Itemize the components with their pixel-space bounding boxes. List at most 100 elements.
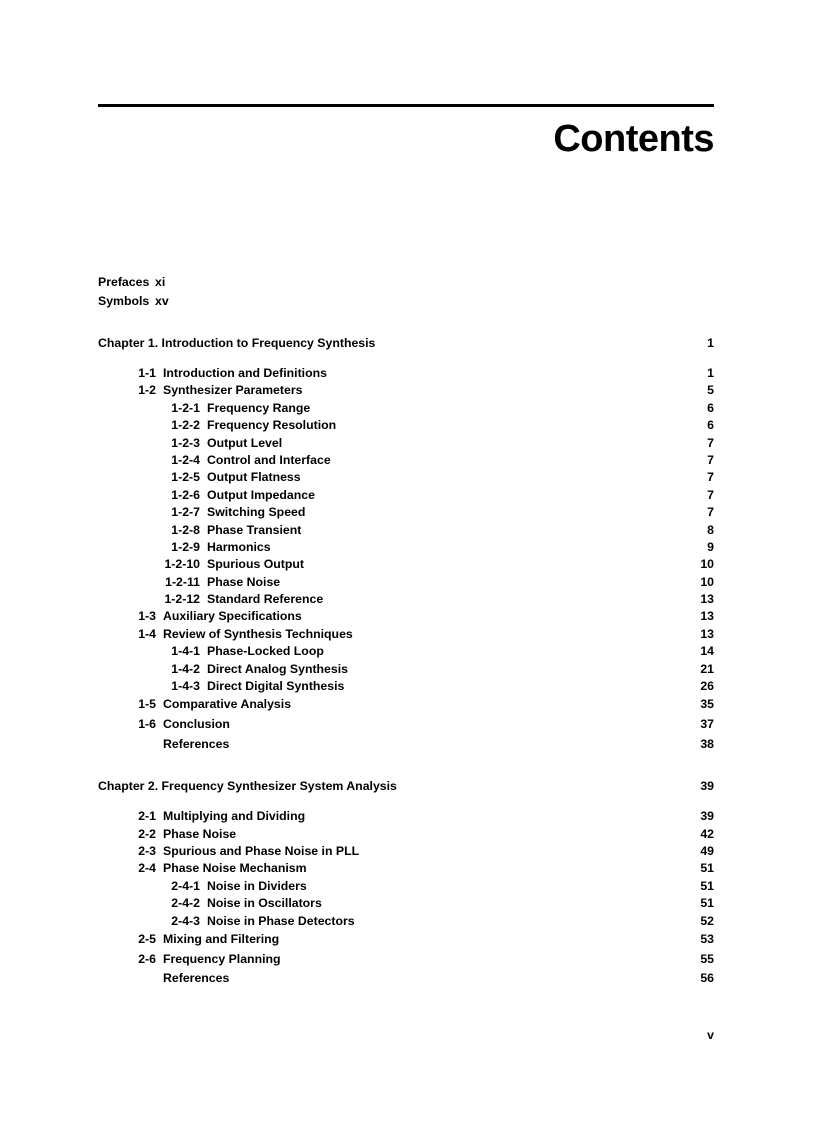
toc-entry-page-number: 13 (700, 626, 714, 641)
toc-subsection-row[interactable]: 1-2-11 Phase Noise 10 (98, 574, 714, 591)
toc-subsection-row[interactable]: 1-2-12 Standard Reference 13 (98, 591, 714, 608)
toc-section-row[interactable]: 1-5 Comparative Analysis 35 (98, 695, 714, 715)
toc-section-row[interactable]: 1-4 Review of Synthesis Techniques 13 (98, 626, 714, 643)
chapter-heading-row[interactable]: Chapter 1. Introduction to Frequency Syn… (98, 334, 714, 353)
toc-section-row[interactable]: 2-4 Phase Noise Mechanism 51 (98, 860, 714, 877)
toc-entry-page-number: 35 (700, 697, 714, 712)
toc-entry-number: 2-4 (138, 861, 156, 876)
page-header: Contents (98, 104, 715, 158)
toc-subsection-row[interactable]: 1-2-9 Harmonics 9 (98, 539, 714, 556)
toc-entry-page-number: 21 (700, 661, 714, 676)
chapter-spacer (98, 311, 714, 334)
front-matter-entry[interactable]: Symbols xv (98, 292, 714, 311)
chapter-page-number: 39 (700, 779, 714, 794)
toc-entry-label: Phase Noise (163, 826, 237, 841)
toc-entry-number: 1-4-3 (171, 679, 200, 694)
toc-subsection-row[interactable]: 1-2-2 Frequency Resolution 6 (98, 417, 714, 434)
toc-entry-page-number: 10 (700, 557, 714, 572)
toc-entry-number: 1-3 (138, 609, 156, 624)
toc-entry-label: Phase Transient (207, 522, 302, 537)
toc-entry-number: 1-2-5 (171, 470, 200, 485)
toc-entry-page-number: 13 (700, 609, 714, 624)
toc-section-row[interactable]: References 56 (98, 969, 714, 989)
toc-entry-number: 1-2-4 (171, 452, 200, 467)
toc-entry-number: 1-2 (138, 383, 156, 398)
toc-subsection-row[interactable]: 1-2-1 Frequency Range 6 (98, 400, 714, 417)
toc-entry-page-number: 6 (707, 418, 714, 433)
toc-subsection-row[interactable]: 2-4-3 Noise in Phase Detectors 52 (98, 913, 714, 930)
toc-subsection-row[interactable]: 1-2-4 Control and Interface 7 (98, 452, 714, 469)
page-folio: v (707, 1028, 714, 1042)
chapter-entries-spacer (98, 796, 714, 808)
toc-entry-label: Phase Noise Mechanism (163, 861, 307, 876)
toc-entry-page-number: 10 (700, 574, 714, 589)
toc-entry-label: Auxiliary Specifications (163, 609, 302, 624)
toc-entry-number: 1-5 (138, 697, 156, 712)
chapter-title: Chapter 2. Frequency Synthesizer System … (98, 779, 397, 794)
chapter-heading-row[interactable]: Chapter 2. Frequency Synthesizer System … (98, 777, 714, 796)
chapter-title: Chapter 1. Introduction to Frequency Syn… (98, 336, 376, 350)
toc-subsection-row[interactable]: 1-2-5 Output Flatness 7 (98, 469, 714, 486)
toc-section-row[interactable]: 2-3 Spurious and Phase Noise in PLL 49 (98, 843, 714, 860)
toc-entry-page-number: 39 (700, 809, 714, 824)
toc-entry-number: 1-2-9 (171, 539, 200, 554)
toc-subsection-row[interactable]: 1-4-2 Direct Analog Synthesis 21 (98, 661, 714, 678)
toc-entry-label: Direct Digital Synthesis (207, 679, 345, 694)
toc-entry-number: 2-4-1 (171, 878, 200, 893)
toc-entry-number: 1-2-8 (171, 522, 200, 537)
toc-entry-label: Spurious and Phase Noise in PLL (163, 843, 360, 858)
toc-entry-label: Switching Speed (207, 505, 306, 520)
toc-subsection-row[interactable]: 2-4-2 Noise in Oscillators 51 (98, 895, 714, 912)
toc-entry-page-number: 14 (700, 644, 714, 659)
toc-section-row[interactable]: 2-2 Phase Noise 42 (98, 826, 714, 843)
toc-subsection-row[interactable]: 1-2-8 Phase Transient 8 (98, 522, 714, 539)
toc-entry-label: Control and Interface (207, 452, 331, 467)
toc-entry-page-number: 8 (707, 522, 714, 537)
toc-subsection-row[interactable]: 1-2-3 Output Level 7 (98, 435, 714, 452)
toc-section-row[interactable]: 2-5 Mixing and Filtering 53 (98, 930, 714, 950)
toc-entry-label: Spurious Output (207, 557, 304, 572)
header-rule (98, 104, 714, 107)
toc-entry-number: 1-1 (138, 366, 156, 380)
toc-section-row[interactable]: 1-6 Conclusion 37 (98, 715, 714, 735)
toc-entry-page-number: 51 (700, 861, 714, 876)
toc-subsection-row[interactable]: 1-2-10 Spurious Output 10 (98, 556, 714, 573)
toc-section-row[interactable]: 1-3 Auxiliary Specifications 13 (98, 608, 714, 625)
toc-entry-page-number: 7 (707, 505, 714, 520)
toc-section-row[interactable]: 1-2 Synthesizer Parameters 5 (98, 382, 714, 399)
toc-entry-label: Noise in Dividers (207, 878, 307, 893)
toc-entry-label: Phase Noise (207, 574, 281, 589)
toc-entry-number: 1-4 (138, 626, 156, 641)
toc-entry-label: Frequency Resolution (207, 418, 337, 433)
toc-subsection-row[interactable]: 1-2-6 Output Impedance 7 (98, 487, 714, 504)
front-matter-entry[interactable]: Prefaces xi (98, 273, 714, 292)
chapter-page-number: 1 (707, 336, 714, 350)
toc-entry-page-number: 38 (700, 736, 714, 751)
toc-page: Contents Prefaces xi Symbols xv Chapter 1. I… (0, 0, 816, 1123)
toc-entry-label: Output Flatness (207, 470, 301, 485)
toc-subsection-row[interactable]: 1-2-7 Switching Speed 7 (98, 504, 714, 521)
toc-entry-page-number: 55 (700, 951, 714, 966)
front-matter-page-number: xi (155, 275, 166, 289)
toc-entry-page-number: 51 (700, 878, 714, 893)
toc-entry-number: 2-4-3 (171, 913, 200, 928)
toc-entry-label: Noise in Oscillators (207, 896, 322, 911)
toc-section-row[interactable]: 2-6 Frequency Planning 55 (98, 950, 714, 970)
toc-entry-number: 1-2-7 (171, 505, 200, 520)
toc-entry-label: Harmonics (207, 539, 271, 554)
toc-section-row[interactable]: 2-1 Multiplying and Dividing 39 (98, 808, 714, 825)
toc-subsection-row[interactable]: 2-4-1 Noise in Dividers 51 (98, 878, 714, 895)
toc-section-row[interactable]: 1-1 Introduction and Definitions 1 (98, 365, 714, 382)
toc-entry-label: Standard Reference (207, 592, 324, 607)
toc-subsection-row[interactable]: 1-4-1 Phase-Locked Loop 14 (98, 643, 714, 660)
toc-entry-page-number: 7 (707, 452, 714, 467)
toc-section-row[interactable]: References 38 (98, 735, 714, 755)
toc-entry-label: Noise in Phase Detectors (207, 913, 355, 928)
toc-entry-page-number: 49 (700, 843, 714, 858)
toc-subsection-row[interactable]: 1-4-3 Direct Digital Synthesis 26 (98, 678, 714, 695)
toc-entry-label: Multiplying and Dividing (163, 809, 306, 824)
table-of-contents: Prefaces xi Symbols xv Chapter 1. Introducti… (98, 273, 714, 989)
toc-entry-number: 2-4-2 (171, 896, 200, 911)
toc-entry-label: Comparative Analysis (163, 697, 292, 712)
toc-entry-number: 1-6 (138, 717, 156, 732)
